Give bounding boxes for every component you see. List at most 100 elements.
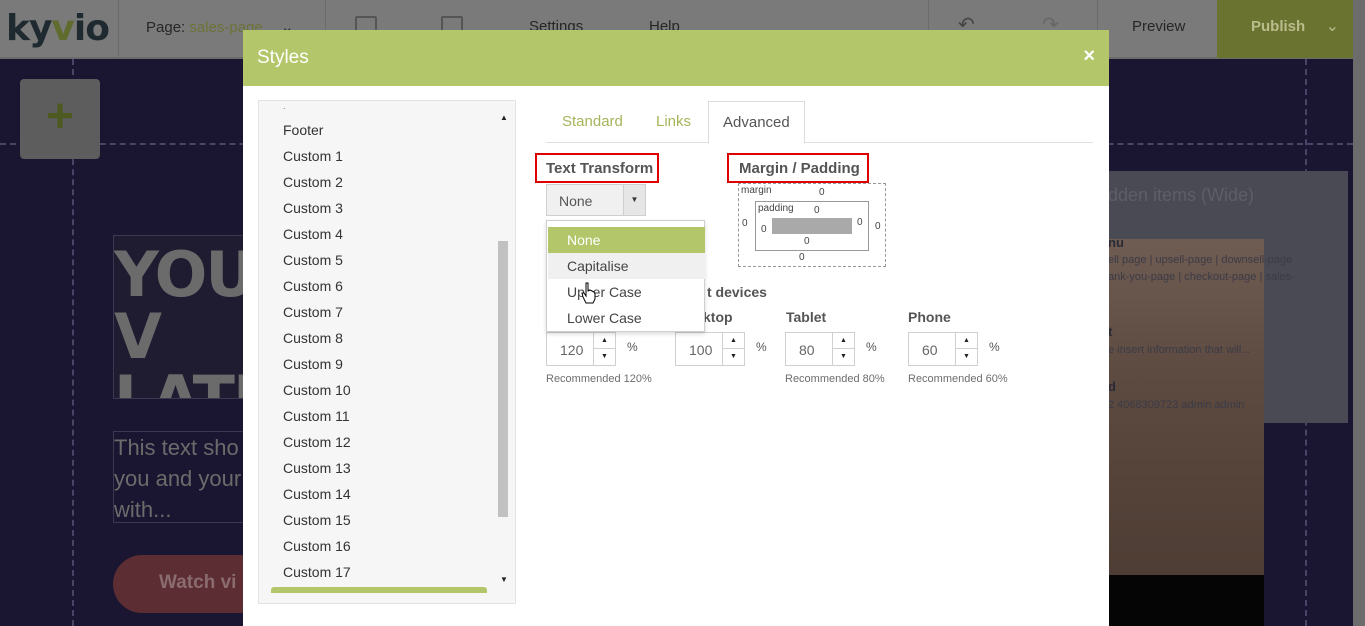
padding-top-value[interactable]: 0 bbox=[814, 205, 820, 216]
percent-unit: % bbox=[989, 340, 1000, 354]
list-item[interactable]: Custom 9 bbox=[283, 356, 343, 372]
scrollbar-thumb[interactable] bbox=[498, 241, 508, 517]
hero-heading-line: YOU V bbox=[114, 238, 253, 373]
increment-icon[interactable]: ▲ bbox=[956, 333, 977, 349]
recommended-hint: Recommended 80% bbox=[785, 373, 885, 385]
margin-padding-editor[interactable]: margin 0 0 0 0 padding 0 0 0 0 bbox=[738, 183, 886, 267]
list-item[interactable]: Custom 3 bbox=[283, 200, 343, 216]
option-none[interactable]: None bbox=[548, 227, 705, 253]
list-item[interactable]: Custom 10 bbox=[283, 382, 351, 398]
stepper-buttons: ▲ ▼ bbox=[955, 333, 977, 365]
hero-text[interactable]: This text sho you and your with... bbox=[113, 431, 253, 523]
dialog-header: Styles × bbox=[243, 30, 1109, 86]
style-list[interactable]: . Footer Custom 1 Custom 2 Custom 3 Cust… bbox=[258, 100, 516, 604]
padding-right-value[interactable]: 0 bbox=[857, 217, 863, 228]
tab-standard[interactable]: Standard bbox=[562, 101, 623, 143]
list-item[interactable]: Custom 13 bbox=[283, 460, 351, 476]
list-item[interactable]: Custom 5 bbox=[283, 252, 343, 268]
percent-unit: % bbox=[756, 340, 767, 354]
stepper-buttons: ▲ ▼ bbox=[722, 333, 744, 365]
decrement-icon[interactable]: ▼ bbox=[833, 349, 854, 365]
list-item[interactable]: Custom 4 bbox=[283, 226, 343, 242]
hero-heading[interactable]: YOU V LATES bbox=[113, 235, 253, 399]
hand-cursor-icon bbox=[581, 282, 596, 304]
add-element-button[interactable]: + bbox=[20, 79, 100, 159]
select-value: None bbox=[559, 193, 593, 209]
increment-icon[interactable]: ▲ bbox=[723, 333, 744, 349]
margin-top-value[interactable]: 0 bbox=[819, 187, 825, 198]
decrement-icon[interactable]: ▼ bbox=[723, 349, 744, 365]
font-size-stepper-phone[interactable]: 60 ▲ ▼ bbox=[908, 332, 978, 366]
margin-bottom-value[interactable]: 0 bbox=[799, 252, 805, 263]
content-box bbox=[772, 218, 852, 234]
list-item[interactable]: Custom 2 bbox=[283, 174, 343, 190]
hero-text-line: This text sho bbox=[114, 435, 239, 460]
font-size-stepper-large[interactable]: 120 ▲ ▼ bbox=[546, 332, 616, 366]
margin-left-value[interactable]: 0 bbox=[742, 218, 748, 229]
chevron-down-icon[interactable]: ⌄ bbox=[1326, 16, 1339, 36]
text-transform-label: Text Transform bbox=[546, 160, 654, 177]
recommended-hint: Recommended 120% bbox=[546, 373, 652, 385]
list-item[interactable]: Custom 7 bbox=[283, 304, 343, 320]
padding-bottom-value[interactable]: 0 bbox=[804, 236, 810, 247]
publish-button[interactable]: Publish ⌄ bbox=[1217, 0, 1353, 58]
option-capitalise[interactable]: Capitalise bbox=[548, 253, 705, 279]
hero-text-line: with... bbox=[114, 497, 172, 522]
list-item[interactable]: Footer bbox=[283, 122, 323, 138]
padding-box: padding 0 0 0 0 bbox=[755, 201, 869, 251]
list-item[interactable]: Custom 6 bbox=[283, 278, 343, 294]
watch-video-button[interactable]: Watch vi bbox=[113, 555, 253, 613]
device-label-phone: Phone bbox=[908, 309, 951, 325]
list-item[interactable]: Custom 12 bbox=[283, 434, 351, 450]
stepper-value: 100 bbox=[689, 342, 713, 358]
style-tabs: Standard Links Advanced bbox=[546, 101, 1093, 144]
close-icon[interactable]: × bbox=[1083, 45, 1095, 68]
recommended-hint: Recommended 60% bbox=[908, 373, 1008, 385]
list-scrollbar[interactable]: ▲ ▼ bbox=[493, 101, 515, 603]
percent-unit: % bbox=[866, 340, 877, 354]
increment-icon[interactable]: ▲ bbox=[594, 333, 615, 349]
selected-list-item[interactable] bbox=[271, 587, 487, 593]
tab-links[interactable]: Links bbox=[656, 101, 691, 143]
hidden-item-detail: ell page | upsell-page | downsell-page bbox=[1108, 254, 1293, 266]
option-upper-case[interactable]: Upper Case bbox=[548, 279, 705, 305]
padding-left-value[interactable]: 0 bbox=[761, 224, 767, 235]
percent-unit: % bbox=[627, 340, 638, 354]
tab-advanced[interactable]: Advanced bbox=[708, 101, 805, 144]
list-item[interactable]: Custom 8 bbox=[283, 330, 343, 346]
page-label: Page: bbox=[146, 19, 186, 36]
hero-heading-line: LATES bbox=[114, 362, 252, 399]
list-item[interactable]: Custom 11 bbox=[283, 408, 350, 424]
decrement-icon[interactable]: ▼ bbox=[956, 349, 977, 365]
device-label-tablet: Tablet bbox=[786, 309, 827, 325]
font-size-stepper-tablet[interactable]: 80 ▲ ▼ bbox=[785, 332, 855, 366]
hidden-item-title: d bbox=[1108, 379, 1116, 394]
increment-icon[interactable]: ▲ bbox=[833, 333, 854, 349]
stepper-value: 60 bbox=[922, 342, 938, 358]
devices-label: t devices bbox=[707, 284, 767, 300]
scroll-up-icon[interactable]: ▲ bbox=[493, 113, 515, 122]
list-item[interactable]: Custom 16 bbox=[283, 538, 351, 554]
page-scrollbar[interactable] bbox=[1353, 0, 1365, 626]
preview-button[interactable]: Preview bbox=[1132, 18, 1185, 35]
text-transform-select[interactable]: None ▼ bbox=[546, 184, 646, 216]
stepper-buttons: ▲ ▼ bbox=[593, 333, 615, 365]
decrement-icon[interactable]: ▼ bbox=[594, 349, 615, 365]
text-transform-dropdown: None Capitalise Upper Case Lower Case bbox=[546, 220, 705, 332]
option-lower-case[interactable]: Lower Case bbox=[548, 305, 705, 331]
hidden-item-title: nu bbox=[1108, 235, 1124, 250]
image-footer bbox=[1108, 575, 1264, 626]
list-item[interactable]: Custom 14 bbox=[283, 486, 351, 502]
stepper-value: 120 bbox=[560, 342, 584, 358]
margin-right-value[interactable]: 0 bbox=[875, 221, 881, 232]
hidden-items-title: dden items (Wide) bbox=[1108, 185, 1255, 205]
list-item[interactable]: Custom 1 bbox=[283, 148, 343, 164]
scroll-down-icon[interactable]: ▼ bbox=[493, 575, 515, 584]
publish-label: Publish bbox=[1251, 18, 1306, 35]
list-item[interactable]: Custom 15 bbox=[283, 512, 351, 528]
caret-down-icon[interactable]: ▼ bbox=[623, 185, 645, 215]
list-item[interactable]: Custom 17 bbox=[283, 564, 351, 580]
font-size-stepper-desktop[interactable]: 100 ▲ ▼ bbox=[675, 332, 745, 366]
hidden-item-detail: e insert information that will... bbox=[1108, 344, 1251, 356]
margin-label: margin bbox=[741, 185, 772, 196]
